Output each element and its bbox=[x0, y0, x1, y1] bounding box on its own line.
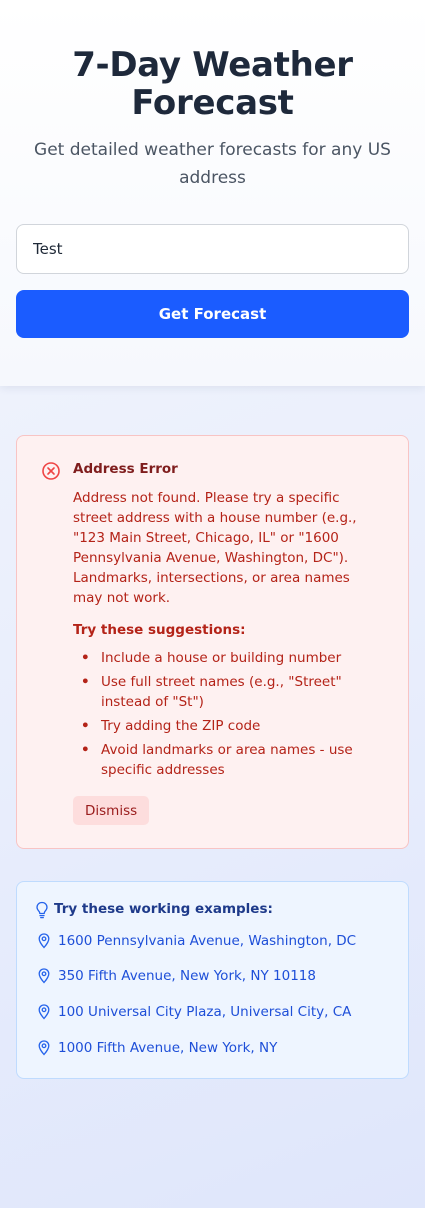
example-address-link[interactable]: 1000 Fifth Avenue, New York, NY bbox=[37, 1036, 397, 1060]
bullet-icon: • bbox=[81, 742, 90, 758]
suggestion-text: Include a house or building number bbox=[101, 650, 342, 666]
address-error-card: Address Error Address not found. Please … bbox=[16, 435, 409, 849]
suggestion-item: • Use full street names (e.g., "Street" i… bbox=[81, 672, 381, 712]
example-address-link[interactable]: 100 Universal City Plaza, Universal City… bbox=[37, 1000, 397, 1024]
lightbulb-icon bbox=[36, 901, 48, 919]
map-pin-icon bbox=[38, 1040, 50, 1056]
example-address-text: 1000 Fifth Avenue, New York, NY bbox=[58, 1040, 278, 1056]
suggestion-text: Use full street names (e.g., "Street" in… bbox=[101, 674, 342, 710]
bullet-icon: • bbox=[81, 650, 90, 666]
page-subtitle: Get detailed weather forecasts for any U… bbox=[34, 140, 391, 188]
dismiss-button[interactable]: Dismiss bbox=[73, 796, 150, 825]
suggestion-text: Avoid landmarks or area names - use spec… bbox=[101, 742, 353, 778]
address-input[interactable] bbox=[16, 224, 409, 274]
example-address-link[interactable]: 1600 Pennsylvania Avenue, Washington, DC bbox=[37, 929, 397, 953]
example-address-link[interactable]: 350 Fifth Avenue, New York, NY 10118 bbox=[37, 964, 397, 988]
suggestions-list: • Include a house or building number • Use… bbox=[81, 648, 381, 784]
examples-card: Try these working examples: 1600 Pennsyl… bbox=[16, 881, 409, 1079]
example-address-text: 350 Fifth Avenue, New York, NY 10118 bbox=[58, 968, 316, 984]
example-address-text: 1600 Pennsylvania Avenue, Washington, DC bbox=[58, 933, 357, 949]
error-message: Address not found. Please try a specific… bbox=[73, 490, 357, 606]
suggestion-text: Try adding the ZIP code bbox=[101, 718, 261, 734]
page-title-line-1: 7-Day Weather bbox=[72, 45, 353, 85]
page-title-line-2: Forecast bbox=[131, 83, 294, 123]
map-pin-icon bbox=[38, 933, 50, 949]
bullet-icon: • bbox=[81, 718, 90, 734]
get-forecast-button[interactable]: Get Forecast bbox=[16, 290, 409, 338]
map-pin-icon bbox=[38, 1004, 50, 1020]
suggestion-item: • Avoid landmarks or area names - use spe… bbox=[81, 740, 381, 780]
header-panel: 7-Day Weather Forecast Get detailed weat… bbox=[0, 0, 425, 386]
bullet-icon: • bbox=[81, 674, 90, 690]
suggestions-heading: Try these suggestions: bbox=[73, 622, 246, 638]
suggestion-item: • Try adding the ZIP code bbox=[81, 716, 381, 736]
error-title: Address Error bbox=[73, 461, 178, 477]
page-title: 7-Day Weather Forecast bbox=[0, 46, 425, 122]
map-pin-icon bbox=[38, 968, 50, 984]
example-address-text: 100 Universal City Plaza, Universal City… bbox=[58, 1004, 352, 1020]
suggestion-item: • Include a house or building number bbox=[81, 648, 381, 668]
examples-title: Try these working examples: bbox=[54, 901, 273, 917]
x-circle-icon bbox=[42, 462, 60, 480]
